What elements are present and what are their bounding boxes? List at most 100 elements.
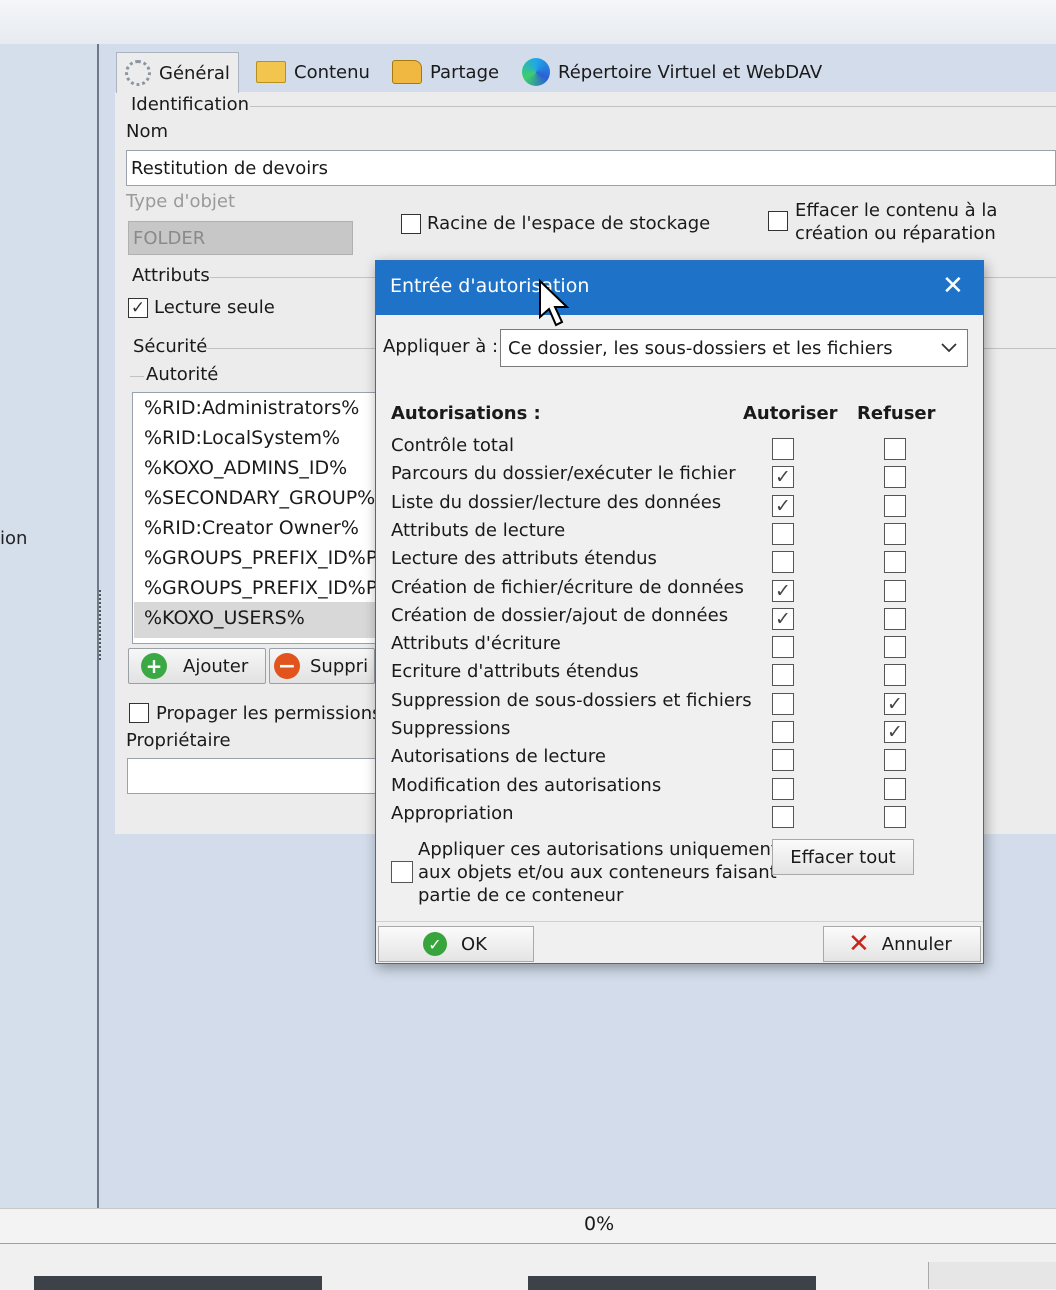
permission-allow-checkbox[interactable]	[772, 778, 794, 800]
erase-content-label-line1: Effacer le contenu à la	[795, 200, 998, 221]
storage-root-checkbox[interactable]	[401, 214, 421, 234]
permission-deny-checkbox[interactable]	[884, 523, 906, 545]
apply-only-label-line1: Appliquer ces autorisations uniquement	[418, 839, 778, 860]
permission-label: Suppressions	[391, 718, 511, 739]
list-item[interactable]: %SECONDARY_GROUP%	[144, 487, 375, 509]
permission-label: Liste du dossier/lecture des données	[391, 492, 722, 513]
permissions-header: Autorisations :	[391, 403, 541, 424]
owner-input[interactable]	[127, 758, 377, 794]
permission-label: Modification des autorisations	[391, 775, 662, 796]
list-item[interactable]: %GROUPS_PREFIX_ID%P	[144, 577, 377, 599]
cancel-button[interactable]: ✕ Annuler	[823, 926, 981, 962]
erase-content-checkbox[interactable]	[768, 211, 788, 231]
permission-deny-checkbox[interactable]	[884, 551, 906, 573]
permission-allow-checkbox[interactable]: ✓	[772, 608, 794, 630]
propagate-permissions-label: Propager les permissions c	[156, 703, 375, 724]
section-divider	[250, 106, 1056, 107]
dialog-title-bar[interactable]: Entrée d'autorisation ✕	[376, 261, 983, 327]
permission-label: Appropriation	[391, 803, 514, 824]
name-label: Nom	[126, 121, 169, 142]
apply-only-checkbox[interactable]	[391, 861, 413, 883]
permission-allow-checkbox[interactable]	[772, 551, 794, 573]
clear-all-label: Effacer tout	[790, 846, 896, 868]
list-item[interactable]: %RID:Administrators%	[144, 397, 359, 419]
permission-label: Attributs d'écriture	[391, 633, 561, 654]
permission-label: Attributs de lecture	[391, 520, 566, 541]
tab-webdav[interactable]: Répertoire Virtuel et WebDAV	[514, 52, 830, 92]
readonly-checkbox[interactable]: ✓	[128, 298, 148, 318]
tab-general[interactable]: Général	[116, 52, 239, 93]
permission-deny-checkbox[interactable]	[884, 580, 906, 602]
taskbar-item[interactable]	[928, 1262, 1056, 1289]
panel-splitter-handle[interactable]	[99, 590, 107, 660]
security-section-label: Sécurité	[133, 336, 208, 357]
permission-deny-checkbox[interactable]	[884, 608, 906, 630]
dialog-footer-divider	[376, 921, 983, 922]
object-type-field: FOLDER	[128, 221, 353, 255]
permission-label: Suppression de sous-dossiers et fichiers	[391, 690, 752, 711]
permission-label: Autorisations de lecture	[391, 746, 606, 767]
share-folder-icon	[392, 60, 422, 84]
checkmark-icon: ✓	[775, 495, 791, 517]
chevron-down-icon	[941, 343, 957, 353]
authority-list-items: %RID:Administrators% %RID:LocalSystem% %…	[132, 392, 382, 642]
name-input[interactable]: Restitution de devoirs	[126, 150, 1056, 186]
close-icon[interactable]: ✕	[942, 271, 964, 301]
permission-allow-checkbox[interactable]	[772, 523, 794, 545]
list-item[interactable]: %GROUPS_PREFIX_ID%P	[144, 547, 377, 569]
apply-to-label: Appliquer à :	[383, 336, 499, 357]
tab-contenu[interactable]: Contenu	[248, 52, 378, 92]
ok-label: OK	[461, 933, 487, 955]
left-panel-label: ion	[0, 528, 28, 549]
propagate-permissions-checkbox[interactable]	[129, 703, 149, 723]
permission-allow-checkbox[interactable]: ✓	[772, 495, 794, 517]
permission-deny-checkbox[interactable]	[884, 438, 906, 460]
storage-root-label: Racine de l'espace de stockage	[427, 213, 711, 234]
permission-label: Lecture des attributs étendus	[391, 548, 657, 569]
apply-only-label-line2: aux objets et/ou aux conteneurs faisant	[418, 862, 777, 883]
cancel-x-icon: ✕	[848, 929, 870, 959]
taskbar-thumbnail[interactable]	[528, 1276, 816, 1290]
permission-allow-checkbox[interactable]: ✓	[772, 580, 794, 602]
permission-deny-checkbox[interactable]	[884, 778, 906, 800]
permission-allow-checkbox[interactable]	[772, 806, 794, 828]
permission-deny-checkbox[interactable]	[884, 495, 906, 517]
checkmark-icon: ✓	[130, 297, 146, 318]
add-authority-button[interactable]: + Ajouter	[128, 648, 266, 684]
edge-icon	[522, 58, 550, 86]
permission-deny-checkbox[interactable]: ✓	[884, 721, 906, 743]
permission-allow-checkbox[interactable]	[772, 749, 794, 771]
apply-to-value: Ce dossier, les sous-dossiers et les fic…	[508, 337, 893, 359]
gear-icon	[125, 60, 151, 86]
checkmark-icon: ✓	[775, 608, 791, 630]
object-type-label: Type d'objet	[126, 191, 236, 212]
tab-general-label: Général	[159, 62, 230, 84]
list-item[interactable]: %KOXO_USERS%	[144, 607, 305, 629]
attributes-section-label: Attributs	[132, 265, 210, 286]
list-item[interactable]: %KOXO_ADMINS_ID%	[144, 457, 347, 479]
apply-to-dropdown[interactable]: Ce dossier, les sous-dossiers et les fic…	[500, 329, 968, 367]
permission-allow-checkbox[interactable]	[772, 664, 794, 686]
permission-allow-checkbox[interactable]	[772, 438, 794, 460]
permission-allow-checkbox[interactable]	[772, 693, 794, 715]
permission-deny-checkbox[interactable]: ✓	[884, 693, 906, 715]
clear-all-button[interactable]: Effacer tout	[772, 839, 914, 875]
permission-allow-checkbox[interactable]	[772, 636, 794, 658]
taskbar-thumbnail[interactable]	[34, 1276, 322, 1290]
permission-deny-checkbox[interactable]	[884, 749, 906, 771]
permission-deny-checkbox[interactable]	[884, 636, 906, 658]
checkmark-icon: ✓	[887, 693, 903, 715]
tab-partage[interactable]: Partage	[384, 52, 507, 92]
remove-authority-button[interactable]: − Suppri	[269, 648, 375, 684]
permission-deny-checkbox[interactable]	[884, 466, 906, 488]
permission-allow-checkbox[interactable]	[772, 721, 794, 743]
object-type-value: FOLDER	[133, 227, 206, 249]
checkmark-icon: ✓	[775, 580, 791, 602]
allow-column-header: Autoriser	[743, 403, 838, 424]
list-item[interactable]: %RID:Creator Owner%	[144, 517, 359, 539]
permission-deny-checkbox[interactable]	[884, 664, 906, 686]
permission-deny-checkbox[interactable]	[884, 806, 906, 828]
list-item[interactable]: %RID:LocalSystem%	[144, 427, 340, 449]
ok-button[interactable]: ✓ OK	[378, 926, 534, 962]
permission-allow-checkbox[interactable]: ✓	[772, 466, 794, 488]
